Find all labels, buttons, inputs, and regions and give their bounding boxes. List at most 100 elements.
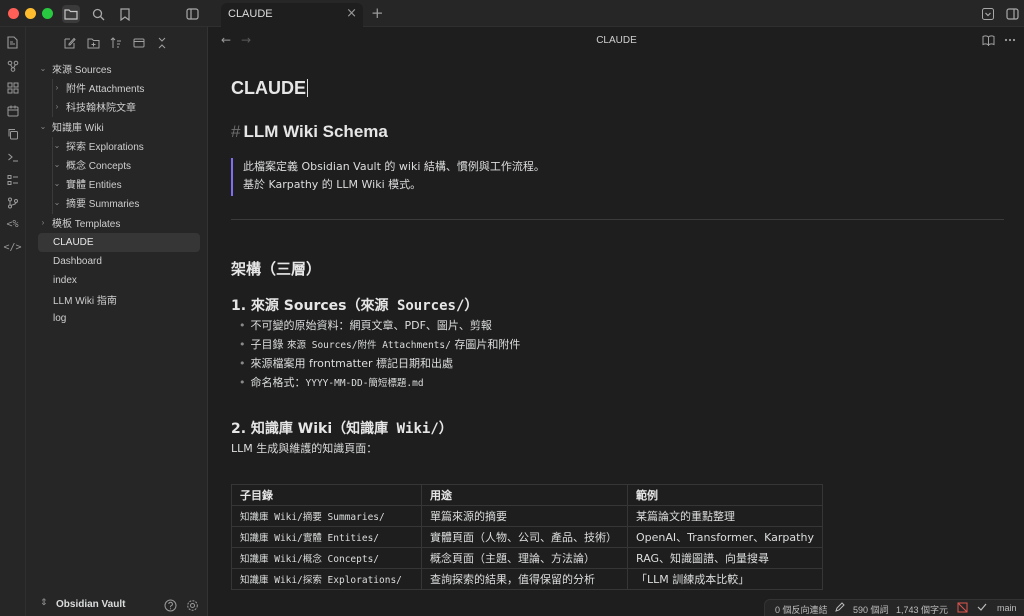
tree-file-llm-wiki-guide[interactable]: LLM Wiki 指南 [38,290,200,309]
ribbon: <% </> [0,27,26,616]
chevron-down-icon: ⌄ [53,160,61,169]
chevron-right-icon: › [41,218,45,227]
copy-icon[interactable] [5,126,20,141]
list-item-text: 來源檔案用 frontmatter 標記日期和出處 [250,357,454,370]
tree-file-log[interactable]: log [38,309,200,328]
tree-folder-wiki[interactable]: ⌄ 知識庫 Wiki [38,117,198,136]
sync-off-icon[interactable] [957,602,968,615]
git-branch[interactable]: main [997,603,1017,613]
table-cell: 知識庫 Wiki/實體 Entities/ [231,526,422,548]
terminal-icon[interactable] [5,149,20,164]
list-item: 不可變的原始資料：網頁文章、PDF、圖片、剪報 [239,317,492,333]
inline-code: YYYY-MM-DD-簡短標題.md [305,378,424,389]
tree-item-label: 模板 Templates [52,219,121,230]
checkmark-icon[interactable] [977,602,987,614]
heading-3-wiki: 2. 知識庫 Wiki（知識庫 Wiki/） [231,418,453,438]
search-icon[interactable] [89,5,107,23]
table-row: 知識庫 Wiki/摘要 Summaries/ 單篇來源的摘要 某篇論文的重點整理 [231,505,823,527]
collapse-all-icon[interactable] [154,35,170,51]
tree-folder-summaries[interactable]: ⌄ 摘要 Summaries [52,193,198,212]
bookmark-icon[interactable] [116,5,134,23]
heading-text: 2. 知識庫 Wiki（ [231,421,347,437]
tree-folder-articles[interactable]: › 科技翰林院文章 [52,97,198,116]
tab-title: CLAUDE [228,8,273,20]
new-note-icon[interactable] [5,35,20,50]
editor-pane: ← → CLAUDE CLAUDE # LLM Wiki Schema 此檔案定義… [209,27,1024,616]
chevron-down-icon: ⌄ [53,141,61,150]
pencil-icon[interactable] [835,602,845,614]
heading-text: ） [464,298,479,314]
tree-folder-sources[interactable]: ⌄ 來源 Sources [38,59,198,78]
tasks-icon[interactable] [5,172,20,187]
tree-folder-concepts[interactable]: ⌄ 概念 Concepts [52,155,198,174]
help-icon[interactable] [163,598,177,612]
tree-folder-attachments[interactable]: › 附件 Attachments [52,78,198,97]
blockquote-line: 此檔案定義 Obsidian Vault 的 wiki 結構、慣例與工作流程。 [243,160,545,173]
blockquote-line: 基於 Karpathy 的 LLM Wiki 模式。 [243,178,422,191]
table-cell: 實體頁面（人物、公司、產品、技術） [421,526,628,548]
inline-code: 來源 Sources/附件 Attachments/ [287,340,451,351]
character-count: 1,743 個字元 [896,605,949,615]
table-row: 知識庫 Wiki/實體 Entities/ 實體頁面（人物、公司、產品、技術） … [231,526,823,548]
table-cell: 概念頁面（主題、理論、方法論） [421,547,628,569]
templater-icon[interactable]: <% [5,217,20,232]
canvas-icon[interactable] [5,80,20,95]
chevron-right-icon: › [55,102,59,111]
tree-item-label: LLM Wiki 指南 [53,296,117,307]
tree-file-claude[interactable]: CLAUDE [38,233,200,252]
sort-icon[interactable] [108,35,124,51]
code-icon[interactable]: </> [3,240,21,255]
heading-2: 架構（三層） [231,260,322,278]
tree-item-label: log [53,313,67,324]
new-tab-button[interactable]: + [371,4,384,22]
vault-name: Obsidian Vault [56,599,126,610]
tree-file-dashboard[interactable]: Dashboard [38,252,200,271]
minimize-window-button[interactable] [25,8,36,19]
reading-view-icon[interactable] [981,33,995,47]
auto-reveal-icon[interactable] [131,35,147,51]
tree-file-index[interactable]: index [38,271,200,290]
git-icon[interactable] [5,195,20,210]
heading-3-sources: 1. 來源 Sources（來源 Sources/） [231,295,478,315]
vault-switcher[interactable]: ⇕ Obsidian Vault [26,595,208,616]
table-header-row: 子目錄 用途 範例 [231,484,823,506]
new-note-icon[interactable] [62,35,78,51]
heading-text: ） [438,421,453,437]
files-icon[interactable] [62,5,80,23]
tree-item-label: index [53,275,77,286]
settings-gear-icon[interactable] [185,598,199,612]
calendar-icon[interactable] [5,103,20,118]
close-tab-icon[interactable]: × [346,6,357,21]
close-window-button[interactable] [8,8,19,19]
more-options-icon[interactable] [1003,33,1017,47]
table-cell: 知識庫 Wiki/摘要 Summaries/ [231,505,422,527]
backlinks-count[interactable]: 0 個反向連結 [775,603,828,616]
title-bar: CLAUDE × + [0,0,1024,27]
tree-folder-explorations[interactable]: ⌄ 探索 Explorations [52,136,198,155]
toggle-right-sidebar-icon[interactable] [1003,5,1021,23]
new-folder-icon[interactable] [85,35,101,51]
tree-folder-entities[interactable]: ⌄ 實體 Entities [52,174,198,193]
table-header: 用途 [421,484,628,506]
tree-item-label: 附件 Attachments [66,84,145,95]
paragraph: LLM 生成與維護的知識頁面： [231,442,378,455]
heading-code: 知識庫 Wiki/ [346,421,439,437]
list-item: 子目錄 來源 Sources/附件 Attachments/ 存圖片和附件 [239,336,521,352]
graph-view-icon[interactable] [5,58,20,73]
chevron-down-icon: ⌄ [53,198,61,207]
tab-claude[interactable]: CLAUDE × [221,3,363,27]
table-header: 範例 [627,484,823,506]
file-explorer: ⌄ 來源 Sources › 附件 Attachments › 科技翰林院文章 … [26,27,208,616]
tree-item-label: CLAUDE [53,237,94,248]
inline-title[interactable]: CLAUDE [231,78,308,99]
tree-item-label: 來源 Sources [52,65,112,76]
toggle-sidebar-icon[interactable] [183,5,201,23]
chevron-down-icon: ⌄ [39,122,47,131]
tree-folder-templates[interactable]: › 模板 Templates [38,213,198,232]
chevron-down-icon: ⌄ [39,64,47,73]
tab-list-chevron-icon[interactable] [979,5,997,23]
heading-1-text: LLM Wiki Schema [243,122,388,141]
list-item: 命名格式：YYYY-MM-DD-簡短標題.md [239,374,424,390]
tree-item-label: 概念 Concepts [66,161,132,172]
zoom-window-button[interactable] [42,8,53,19]
